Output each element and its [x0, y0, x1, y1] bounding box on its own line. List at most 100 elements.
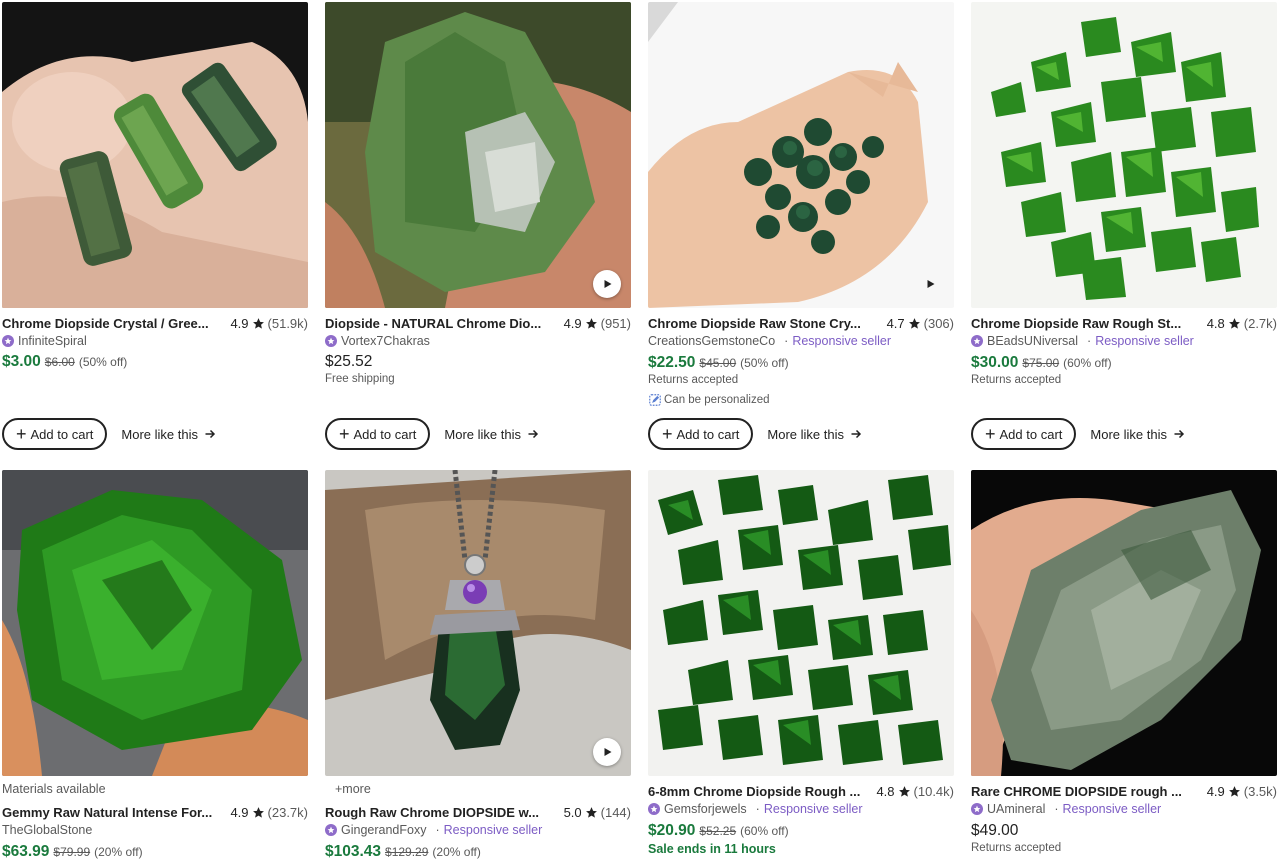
discount-label: (50% off): [78, 355, 128, 369]
listing-rating: 4.8 (2.7k): [1207, 316, 1277, 331]
listing-card[interactable]: Rare CHROME DIOPSIDE rough ... 4.9 (3.5k…: [971, 470, 1277, 858]
arrow-right-icon: [851, 429, 862, 439]
more-like-this-label: More like this: [121, 426, 198, 442]
responsive-seller-label: Responsive seller: [792, 334, 891, 348]
shop-name[interactable]: UAmineral: [987, 802, 1045, 816]
responsive-seller-label: Responsive seller: [763, 802, 863, 816]
more-like-this-link[interactable]: More like this: [444, 427, 539, 442]
returns-accepted-label: Returns accepted: [971, 842, 1062, 854]
listing-title[interactable]: Chrome Diopside Raw Stone Cry...: [648, 316, 887, 331]
listing-rating: 4.9 (3.5k): [1207, 784, 1277, 799]
listing-title[interactable]: Rough Raw Chrome DIOPSIDE w...: [325, 805, 564, 820]
listing-title[interactable]: Chrome Diopside Raw Rough St...: [971, 316, 1207, 331]
more-options-label[interactable]: +more: [325, 782, 631, 798]
shop-name[interactable]: TheGlobalStone: [2, 823, 92, 837]
shop-name[interactable]: Gemsforjewels: [664, 802, 747, 816]
star-icon: [585, 317, 597, 329]
listing-title[interactable]: Diopside - NATURAL Chrome Dio...: [325, 316, 564, 331]
listing-rating: 4.9 (51.9k): [230, 316, 308, 331]
listing-title[interactable]: Gemmy Raw Natural Intense For...: [2, 805, 230, 820]
review-count: (10.4k): [913, 783, 954, 799]
scattered-6-8mm-diopside-rough-image: [648, 470, 954, 776]
play-video-button[interactable]: [916, 270, 944, 298]
review-count: (306): [923, 315, 954, 331]
shop-name[interactable]: InfiniteSpiral: [18, 334, 87, 348]
original-price: $75.00: [1022, 356, 1060, 370]
more-like-this-link[interactable]: More like this: [121, 427, 216, 442]
shop-name[interactable]: Vortex7Chakras: [341, 334, 430, 348]
responsive-seller-label: Responsive seller: [1062, 802, 1162, 816]
original-price: $6.00: [44, 355, 75, 369]
shop-name[interactable]: CreationsGemstoneCo: [648, 334, 775, 348]
shop-name[interactable]: GingerandFoxy: [341, 823, 426, 837]
sale-price: $103.43: [325, 843, 382, 860]
listing-title[interactable]: Chrome Diopside Crystal / Gree...: [2, 316, 230, 331]
star-seller-badge-icon: [971, 803, 983, 815]
add-to-cart-button[interactable]: + Add to cart: [971, 418, 1077, 450]
plus-icon: +: [16, 424, 27, 444]
pile-of-green-diopside-chips-image: [971, 2, 1277, 308]
original-price: $129.29: [385, 845, 429, 859]
rating-value: 4.7: [886, 315, 905, 331]
listing-image[interactable]: [2, 2, 308, 308]
listing-card[interactable]: 6-8mm Chrome Diopside Rough ... 4.8 (10.…: [648, 470, 954, 858]
add-to-cart-button[interactable]: + Add to cart: [648, 418, 754, 450]
listing-card[interactable]: +more Rough Raw Chrome DIOPSIDE w... 5.0…: [325, 470, 631, 862]
play-video-button[interactable]: [593, 738, 621, 766]
star-seller-badge-icon: [971, 335, 983, 347]
listing-image[interactable]: [971, 2, 1277, 308]
listing-card[interactable]: Chrome Diopside Crystal / Gree... 4.9 (5…: [2, 2, 308, 450]
diopside-crystals-in-fingers-image: [2, 2, 308, 308]
star-seller-badge-icon: [648, 803, 660, 815]
price: $25.52: [325, 353, 373, 370]
star-icon: [252, 317, 264, 329]
play-icon: [927, 280, 935, 288]
star-icon: [898, 785, 910, 797]
listing-title[interactable]: 6-8mm Chrome Diopside Rough ...: [648, 784, 876, 799]
listing-title[interactable]: Rare CHROME DIOPSIDE rough ...: [971, 784, 1207, 799]
listing-image[interactable]: [971, 470, 1277, 776]
listing-card[interactable]: Chrome Diopside Raw Rough St... 4.8 (2.7…: [971, 2, 1277, 450]
listing-image[interactable]: [2, 470, 308, 776]
plus-icon: +: [339, 424, 350, 444]
play-icon: [604, 748, 612, 756]
original-price: $79.99: [53, 845, 91, 859]
responsive-seller-label: Responsive seller: [1095, 334, 1194, 348]
more-like-this-link[interactable]: More like this: [1090, 427, 1185, 442]
price: $49.00: [971, 822, 1019, 839]
separator-dot: ·: [435, 823, 440, 837]
gemmy-diopside-specimen-in-hand-image: [2, 470, 308, 776]
sale-price: $20.90: [648, 822, 696, 839]
listing-card[interactable]: Chrome Diopside Raw Stone Cry... 4.7 (30…: [648, 2, 954, 450]
arrow-right-icon: [528, 429, 539, 439]
shop-name[interactable]: BEadsUNiversal: [987, 334, 1078, 348]
add-to-cart-label: Add to cart: [676, 426, 740, 442]
add-to-cart-label: Add to cart: [30, 426, 94, 442]
review-count: (2.7k): [1243, 315, 1277, 331]
sale-price: $63.99: [2, 843, 50, 860]
star-icon: [252, 806, 264, 818]
free-shipping-label: Free shipping: [325, 373, 395, 385]
separator-dot: ·: [1054, 802, 1059, 816]
listing-card[interactable]: Materials available Gemmy Raw Natural In…: [2, 470, 308, 862]
returns-accepted-label: Returns accepted: [971, 374, 1062, 386]
add-to-cart-button[interactable]: + Add to cart: [2, 418, 108, 450]
more-like-this-link[interactable]: More like this: [767, 427, 862, 442]
listing-image[interactable]: [325, 470, 631, 776]
rating-value: 4.8: [876, 783, 895, 799]
listing-image[interactable]: [325, 2, 631, 308]
plus-icon: +: [662, 424, 673, 444]
separator-dot: ·: [784, 334, 789, 348]
listing-image[interactable]: [648, 470, 954, 776]
star-icon: [1228, 317, 1240, 329]
listing-image[interactable]: [648, 2, 954, 308]
review-count: (144): [600, 804, 631, 820]
star-seller-badge-icon: [325, 824, 337, 836]
discount-label: (20% off): [94, 845, 143, 859]
discount-label: (50% off): [740, 356, 789, 370]
add-to-cart-button[interactable]: + Add to cart: [325, 418, 431, 450]
listing-card[interactable]: Diopside - NATURAL Chrome Dio... 4.9 (95…: [325, 2, 631, 450]
play-video-button[interactable]: [593, 270, 621, 298]
rating-value: 4.9: [1206, 783, 1225, 799]
separator-dot: ·: [1087, 334, 1092, 348]
